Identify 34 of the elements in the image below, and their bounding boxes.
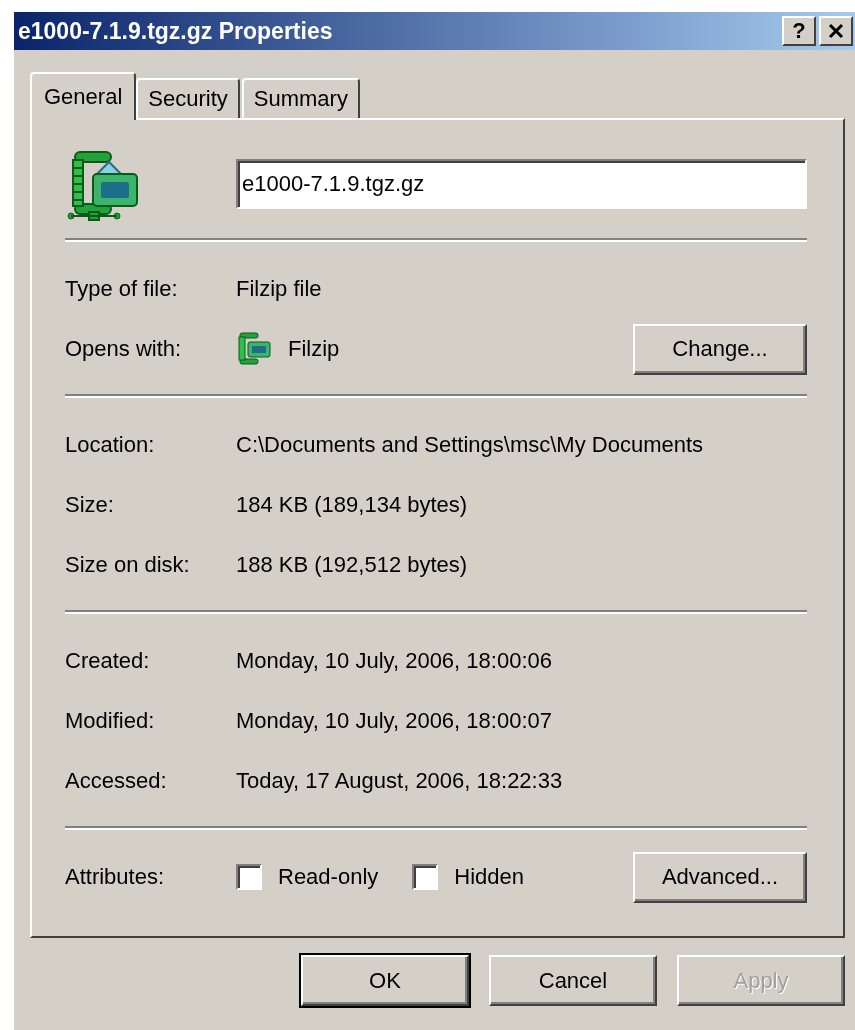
property-label: Location: [65,432,156,458]
checkbox-label: Hidden [454,864,524,890]
property-value: 184 KB (189,134 bytes) [236,492,468,518]
close-button[interactable] [819,16,853,46]
property-label: Opens with: [65,336,183,362]
property-label: Attributes: [65,864,166,890]
close-icon [828,23,844,39]
dialog-button[interactable]: Cancel [489,955,657,1006]
file-name-field[interactable]: e1000-7.1.9.tgz.gz [236,159,807,209]
checkbox[interactable] [236,864,262,890]
property-value: C:\Documents and Settings\msc\My Documents [236,432,704,458]
window-title: e1000-7.1.9.tgz.gz Properties [18,17,334,45]
property-label: Created: [65,648,151,674]
property-label: Modified: [65,708,156,734]
property-value: Monday, 10 July, 2006, 18:00:06 [236,648,552,674]
tab[interactable]: Security [136,78,240,118]
property-value: 188 KB (192,512 bytes) [236,552,468,578]
property-label: Size on disk: [65,552,191,578]
tab[interactable]: General [30,72,137,120]
property-value: Filzip [288,336,340,362]
property-label: Size: [65,492,115,518]
checkbox[interactable] [412,864,439,890]
advanced-button[interactable]: Advanced... [633,851,807,903]
dialog-button[interactable]: OK [301,955,469,1006]
property-value: Monday, 10 July, 2006, 18:00:07 [236,708,552,734]
property-value: Today, 17 August, 2006, 18:22:33 [236,768,563,794]
change-button[interactable]: Change... [633,323,807,375]
property-label: Accessed: [65,768,168,794]
property-label: Type of file: [65,276,179,302]
archive-clamp-icon [236,331,272,367]
checkbox-label: Read-only [278,864,379,890]
help-button[interactable]: ? [782,16,816,46]
property-value: Filzip file [236,276,322,302]
tab[interactable]: Summary [241,78,360,118]
